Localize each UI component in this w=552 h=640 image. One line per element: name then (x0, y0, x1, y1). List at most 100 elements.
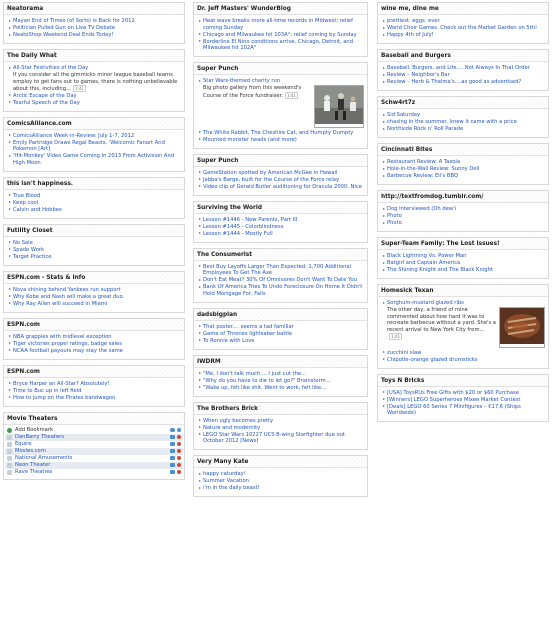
feed-item-link[interactable]: Photo (387, 220, 402, 227)
feed-item-link[interactable]: Sid Saturday (387, 112, 420, 119)
feed-item-link[interactable]: Lesson #1444 - Mostly Full (203, 231, 273, 238)
feed-item-link[interactable]: True Blood (13, 193, 40, 200)
edit-icon[interactable] (170, 434, 175, 440)
widget-title[interactable]: Baseball and Burgers (378, 50, 548, 62)
edit-icon[interactable] (170, 455, 175, 461)
feed-item-link[interactable]: ComicsAlliance Week-in-Review: July 1-7,… (13, 133, 134, 140)
feed-item-link[interactable]: "Me, I don't talk much ... I just cut th… (203, 371, 306, 378)
feed-item-link[interactable]: Black Lightning Vs. Power Man (387, 253, 466, 260)
share-badge[interactable]: 1:41 (389, 333, 402, 340)
widget-title[interactable]: Very Many Kate (194, 456, 367, 468)
feed-item-link[interactable]: Calvin and Hobbes (13, 207, 62, 214)
feed-item-link[interactable]: LEGO Star Wars 10227 UCS B-wing Starfigh… (203, 432, 364, 445)
widget-title[interactable]: ESPN.com (4, 318, 184, 331)
bookmark-row[interactable]: Neon Theater (5, 461, 183, 469)
feed-item-link[interactable]: Don't Eat Meat? 30% Of Omnivores Don't W… (203, 277, 357, 284)
bookmark-row[interactable]: Rave Theatres (5, 469, 183, 476)
bookmark-row[interactable]: Movies.com (5, 447, 183, 455)
feed-item-link[interactable]: Arctic Escape of the Day (13, 93, 77, 100)
feed-item-link[interactable]: Mayan End of Times (of Sorts) is Back fo… (13, 18, 135, 25)
widget-title[interactable]: The Consumerist (194, 248, 367, 261)
feed-item-link[interactable]: zucchini slaw (387, 350, 421, 357)
bookmark-row[interactable]: DanBarry Theaters (5, 433, 183, 441)
help-icon[interactable] (176, 427, 181, 433)
feed-item-link[interactable]: Dog interviewed (Oh dear) (387, 206, 456, 213)
widget-title[interactable]: http://textfromdog.tumblr.com/ (378, 191, 548, 203)
feed-item-link[interactable]: i'm in the daily beast! (203, 485, 260, 492)
feed-item-link[interactable]: Star Wars-themed charity run (203, 78, 280, 85)
feed-item-link[interactable]: Video clip of Gerald Butler auditioning … (203, 184, 362, 191)
delete-icon[interactable] (176, 441, 181, 447)
feed-item-link[interactable]: Happy 4th of July! (387, 32, 434, 39)
feed-item-link[interactable]: World Choir Games. Check out the Market … (387, 25, 537, 32)
feed-item-link[interactable]: The Shining Knight and The Black Knight (387, 267, 493, 274)
feed-item-link[interactable]: Best Buy Layoffs Larger Than Expected; 1… (203, 264, 364, 277)
feed-item-link[interactable]: NCAA football payouts may stay the same (13, 348, 123, 355)
widget-title[interactable]: Surviving the World (194, 201, 367, 214)
delete-icon[interactable] (176, 434, 181, 440)
feed-item-link[interactable]: Batgirl and Captain America (387, 260, 460, 267)
widget-title[interactable]: Cincinnati Bites (378, 144, 548, 156)
thumbnail-image[interactable] (314, 85, 364, 128)
add-bookmark-label[interactable]: Add Bookmark (15, 427, 170, 433)
feed-item-link[interactable]: NeatoShop Weekend Deal Ends Today! (13, 32, 113, 39)
feed-item-link[interactable]: happy caturday! (203, 471, 246, 478)
widget-title[interactable]: Super Punch (194, 63, 367, 75)
feed-item-link[interactable]: Game of Thrones lightsaber battle (203, 331, 292, 338)
widget-title[interactable]: ESPN.com - Stats & Info (4, 271, 184, 284)
edit-icon[interactable] (170, 469, 175, 475)
feed-item-link[interactable]: Politician Pulled Gun on Live TV Debate (13, 25, 115, 32)
widget-title[interactable]: Dr. Jeff Masters' WunderBlog (194, 3, 367, 15)
feed-item-link[interactable]: "Why do you have to die to let go?" Brai… (203, 378, 331, 385)
feed-item-link[interactable]: 'Hit-Monkey' Video Game Coming In 2013 F… (13, 153, 181, 166)
feed-item-link[interactable]: [USA] ToysRUs Free Gifts with $20 or $60… (387, 390, 519, 397)
add-bookmark-row[interactable]: Add Bookmark (5, 427, 183, 434)
share-badge[interactable]: 1:41 (72, 85, 86, 92)
feed-item-link[interactable]: NBA grapples with midlevel exception (13, 334, 112, 341)
feed-item-link[interactable]: Spade Work (13, 247, 44, 254)
widget-title[interactable]: this isn't happiness. (4, 177, 184, 190)
feed-item-link[interactable]: Tearful Speech of the Day (13, 100, 80, 107)
thumbnail-image[interactable] (499, 307, 545, 348)
feed-item-link[interactable]: Emily Partridge Draws Regal Beasts, 'Wel… (13, 140, 181, 153)
feed-item-link[interactable]: [Winners] LEGO Superheroes Mixee Market … (387, 397, 520, 404)
feed-item-link[interactable]: How to jump on the Pirates bandwagon (13, 395, 115, 402)
feed-item-link[interactable]: Keep cool (13, 200, 38, 207)
delete-icon[interactable] (176, 455, 181, 461)
widget-title[interactable]: Super Punch (194, 154, 367, 167)
feed-item-link[interactable]: Heat wave breaks more all-time records i… (203, 18, 364, 31)
feed-item-link[interactable]: [Deals] LEGO 60 Series 7 Minifigures – €… (387, 404, 545, 417)
feed-item-link[interactable]: Mounted monster heads (and more) (203, 137, 297, 144)
widget-title[interactable]: Movie Theaters (4, 412, 184, 425)
delete-icon[interactable] (176, 462, 181, 468)
widget-title[interactable]: IWDRM (194, 355, 367, 368)
bookmark-link[interactable]: Rave Theatres (15, 469, 170, 475)
feed-item-link[interactable]: Review – Neighbor's Bar (387, 72, 450, 79)
widget-title[interactable]: The Brothers Brick (194, 402, 367, 415)
refresh-icon[interactable] (170, 427, 175, 433)
widget-title[interactable]: Futility Closet (4, 224, 184, 237)
edit-icon[interactable] (170, 441, 175, 447)
feed-item-link[interactable]: Northside Rock n' Roll Parade (387, 126, 463, 133)
feed-item-link[interactable]: Baseball, Burgers, and Life.... Not Alwa… (387, 65, 530, 72)
feed-item-link[interactable]: Chicago and Milwaukee hit 103A°; relief … (203, 32, 357, 39)
feed-item-link[interactable]: Bank Of America Tries To Undo Foreclosur… (203, 284, 364, 297)
widget-title[interactable]: Toys N Bricks (378, 374, 548, 387)
widget-title[interactable]: ComicsAlliance.com (4, 117, 184, 130)
widget-title[interactable]: ESPN.com (4, 365, 184, 378)
feed-item-link[interactable]: All-Star Festivities of the Day (13, 65, 88, 72)
feed-item-link[interactable]: That poster.... seems a tad familiar (203, 324, 294, 331)
widget-title[interactable]: Neatorama (4, 3, 184, 15)
feed-item-link[interactable]: Borderline El Nino conditions arrive, Ch… (203, 39, 364, 52)
feed-item-link[interactable]: Barbecue Review: Eli's BBQ (387, 173, 458, 180)
widget-title[interactable]: Super-Team Family: The Lost Issues! (378, 238, 548, 250)
feed-item-link[interactable]: Sorghum-mustard glazed ribs (387, 300, 464, 307)
feed-item-link[interactable]: Lesson #1445 - Colorblindness (203, 224, 283, 231)
widget-title[interactable]: dadsbigplan (194, 308, 367, 321)
widget-title[interactable]: wine me, dine me (378, 3, 548, 15)
feed-item-link[interactable]: prettiest. eggs. ever. (387, 18, 441, 25)
edit-icon[interactable] (170, 462, 175, 468)
feed-item-link[interactable]: Nova shining behind Yankees run support (13, 287, 121, 294)
bookmark-link[interactable]: National Amusements (15, 455, 170, 461)
feed-item-link[interactable]: Jabba's Barge, built for the Course of t… (203, 177, 339, 184)
